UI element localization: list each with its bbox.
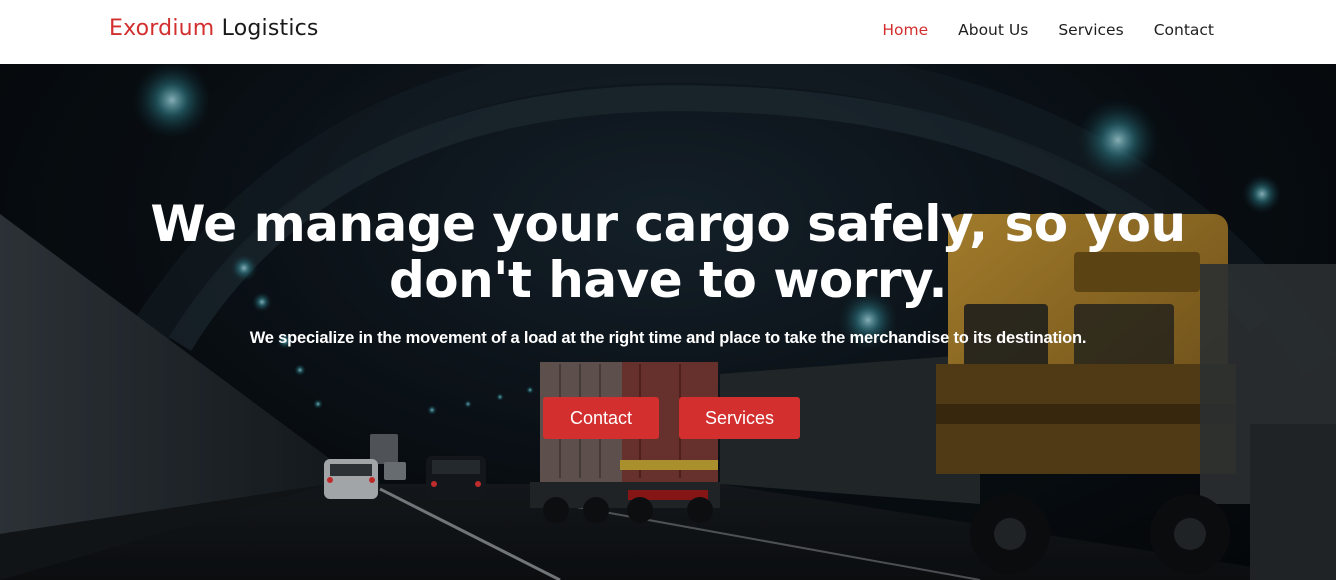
contact-button[interactable]: Contact — [543, 397, 659, 439]
main-nav: Home About Us Services Contact — [882, 21, 1214, 39]
brand-logo[interactable]: Exordium Logistics — [109, 16, 319, 41]
brand-accent: Exordium — [109, 16, 215, 41]
nav-services[interactable]: Services — [1058, 21, 1123, 39]
hero-subtitle: We specialize in the movement of a load … — [249, 329, 1087, 347]
site-header: Exordium Logistics Home About Us Service… — [0, 0, 1336, 64]
nav-home[interactable]: Home — [882, 21, 928, 39]
services-button[interactable]: Services — [679, 397, 800, 439]
nav-contact[interactable]: Contact — [1154, 21, 1214, 39]
hero-title-line-2: don't have to worry. — [388, 251, 948, 309]
hero-dark-overlay — [0, 64, 1336, 580]
hero-cta-group: Contact Services — [543, 397, 800, 439]
hero-title: We manage your cargo safely, so you don'… — [0, 196, 1336, 308]
brand-rest: Logistics — [221, 16, 319, 41]
hero-title-line-1: We manage your cargo safely, so you — [150, 195, 1186, 253]
hero-section: We manage your cargo safely, so you don'… — [0, 64, 1336, 580]
nav-about-us[interactable]: About Us — [958, 21, 1028, 39]
